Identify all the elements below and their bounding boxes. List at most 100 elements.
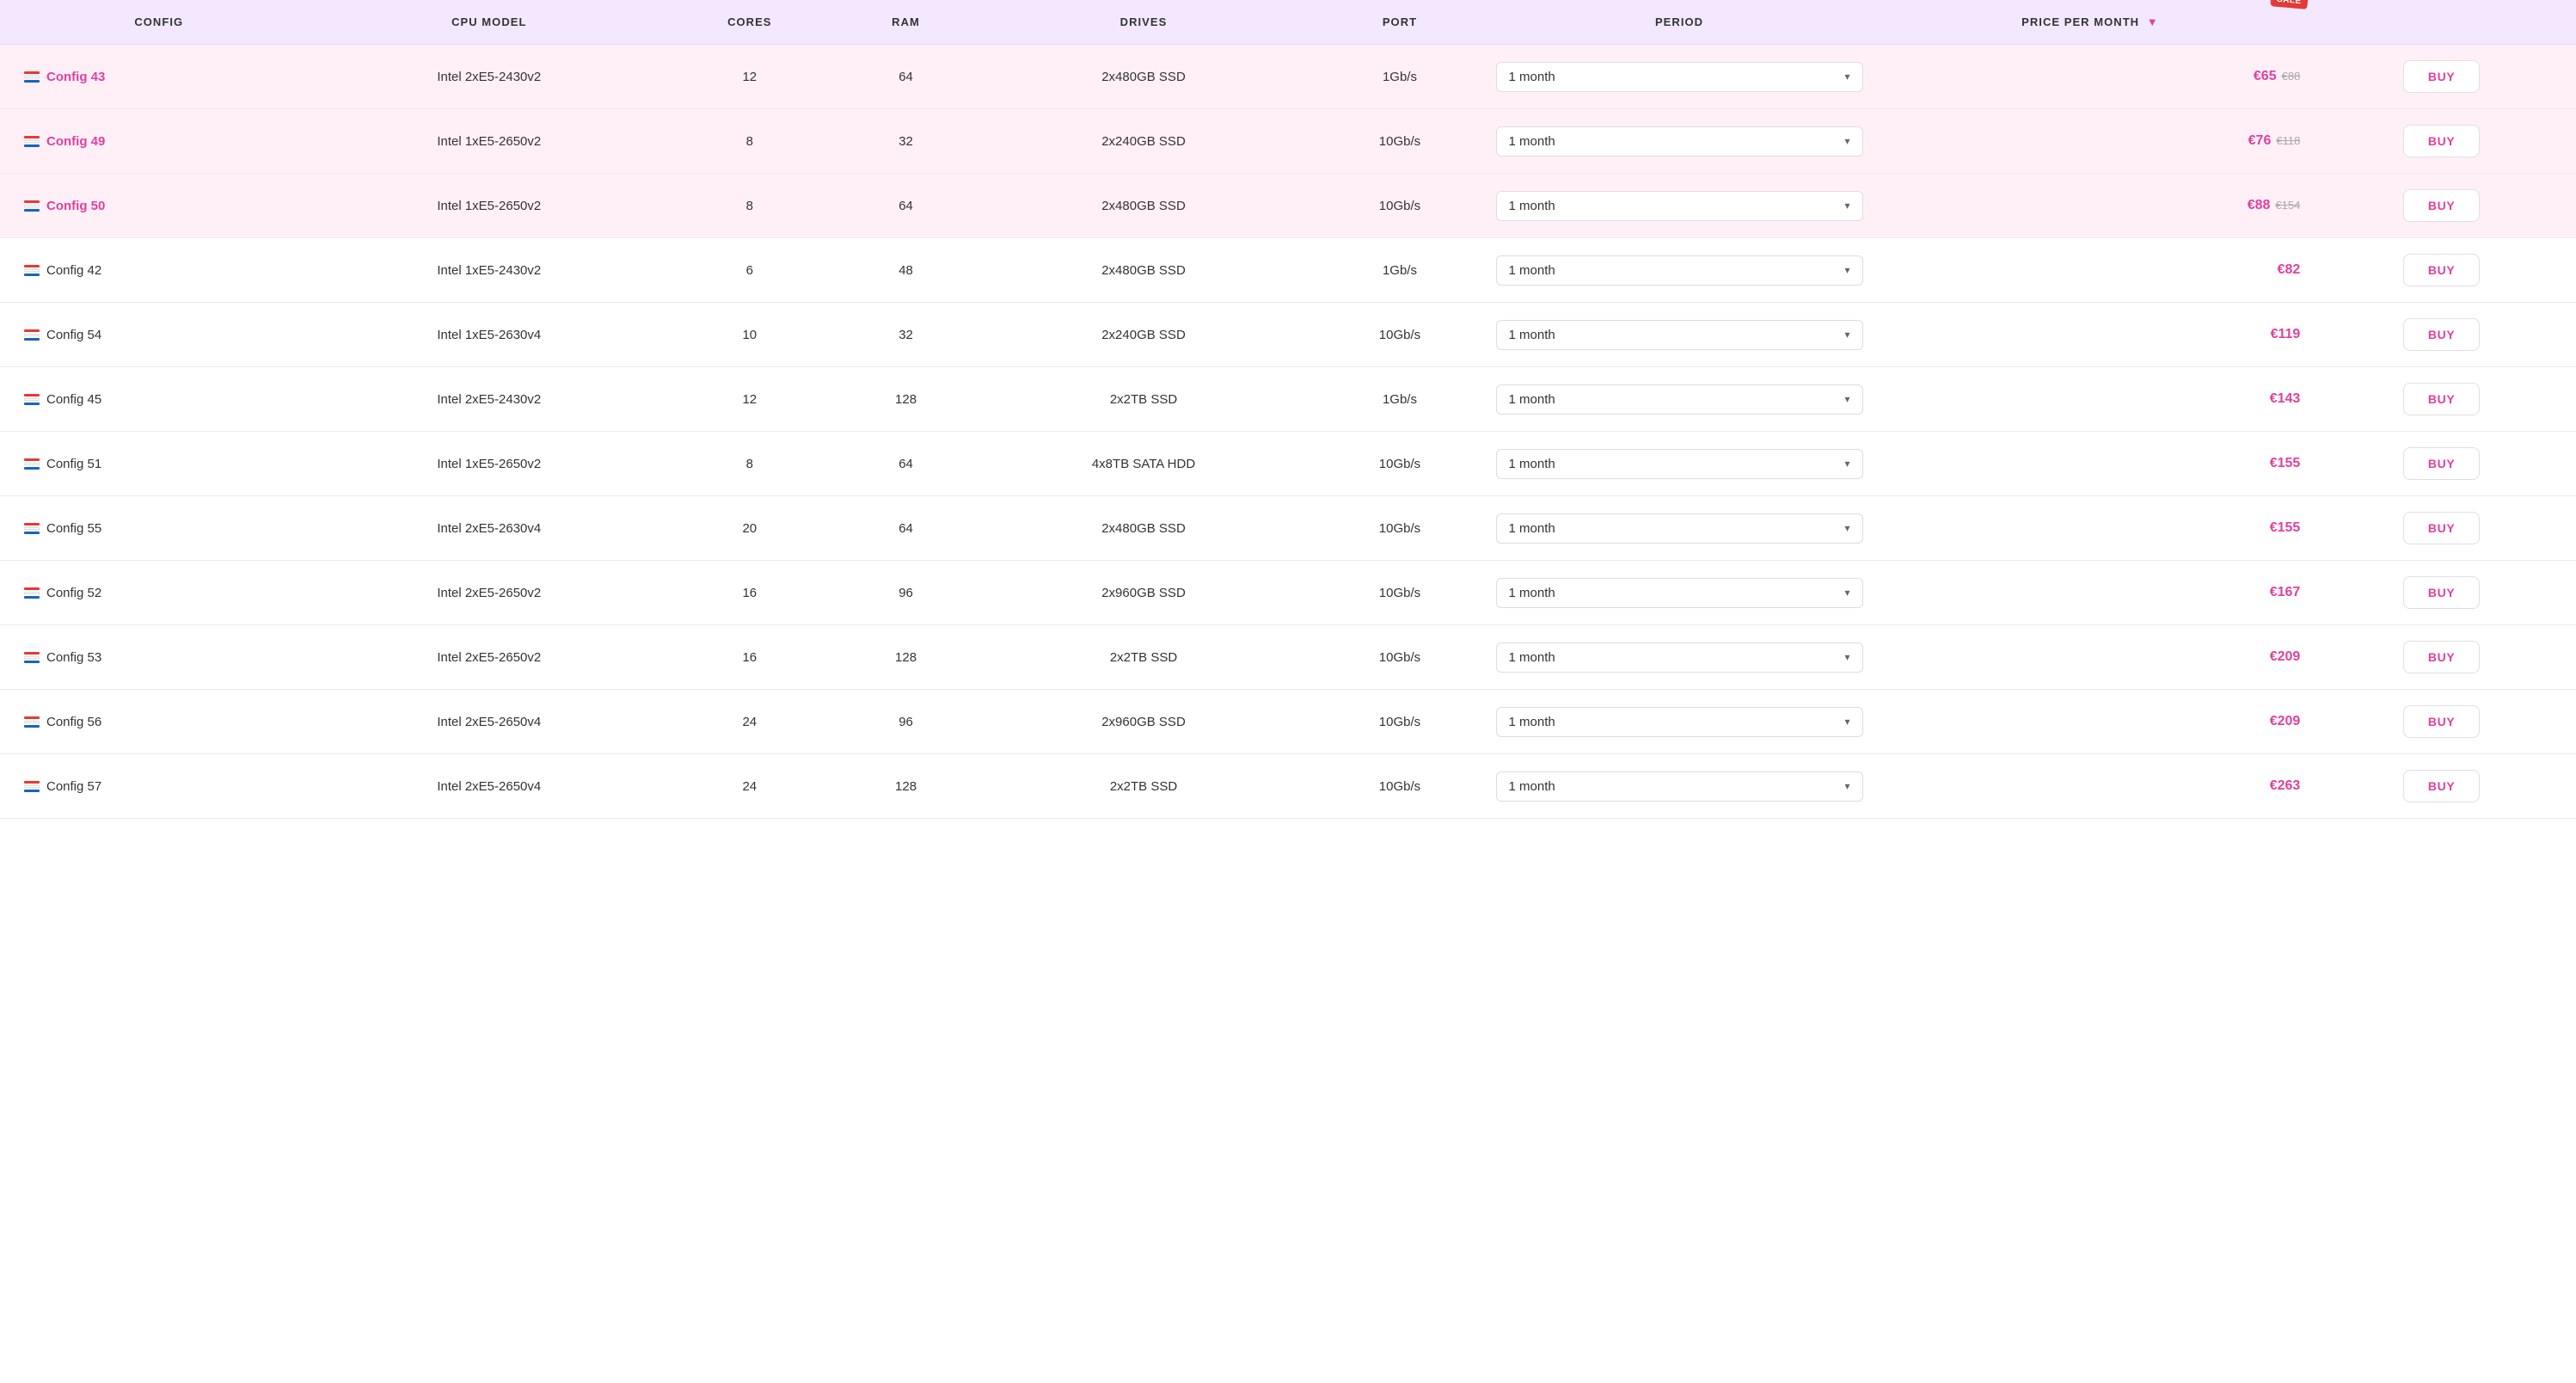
buy-button[interactable]: BUY	[2403, 189, 2481, 222]
period-select[interactable]: 1 month ▾	[1496, 62, 1863, 92]
buy-button[interactable]: BUY	[2403, 254, 2481, 286]
config-link[interactable]: Config 49	[46, 134, 105, 149]
col-price[interactable]: PRICE PER MONTH ▼ Sale	[1874, 0, 2308, 45]
config-name: Config 55	[46, 521, 101, 536]
action-cell[interactable]: BUY	[2307, 496, 2576, 561]
cpu-model-cell: Intel 1xE5-2650v2	[317, 109, 660, 174]
config-name: Config 54	[46, 328, 101, 342]
price-current: €82	[2278, 262, 2301, 277]
cores-cell: 16	[660, 625, 838, 690]
period-cell[interactable]: 1 month ▾	[1486, 45, 1874, 109]
period-select[interactable]: 1 month ▾	[1496, 384, 1863, 415]
table-row: Config 42 Intel 1xE5-2430v26482x480GB SS…	[0, 238, 2576, 303]
table-row: Config 56 Intel 2xE5-2650v424962x960GB S…	[0, 690, 2576, 754]
period-select[interactable]: 1 month ▾	[1496, 191, 1863, 221]
drives-cell: 4x8TB SATA HDD	[973, 432, 1315, 496]
action-cell[interactable]: BUY	[2307, 238, 2576, 303]
buy-button[interactable]: BUY	[2403, 512, 2481, 544]
action-cell[interactable]: BUY	[2307, 45, 2576, 109]
period-cell[interactable]: 1 month ▾	[1486, 238, 1874, 303]
price-cell: €76€118	[1874, 109, 2308, 174]
period-cell[interactable]: 1 month ▾	[1486, 754, 1874, 819]
table-row: Config 52 Intel 2xE5-2650v216962x960GB S…	[0, 561, 2576, 625]
config-cell: Config 52	[0, 561, 317, 625]
cores-cell: 12	[660, 45, 838, 109]
action-cell[interactable]: BUY	[2307, 432, 2576, 496]
buy-button[interactable]: BUY	[2403, 770, 2481, 802]
config-cell: Config 49	[0, 109, 317, 174]
config-name: Config 51	[46, 457, 101, 471]
price-cell: €209	[1874, 625, 2308, 690]
config-link[interactable]: Config 43	[46, 70, 105, 84]
port-cell: 1Gb/s	[1314, 367, 1485, 432]
period-select[interactable]: 1 month ▾	[1496, 771, 1863, 802]
action-cell[interactable]: BUY	[2307, 754, 2576, 819]
period-cell[interactable]: 1 month ▾	[1486, 367, 1874, 432]
config-cell: Config 43	[0, 45, 317, 109]
chevron-down-icon: ▾	[1845, 780, 1850, 792]
action-cell[interactable]: BUY	[2307, 625, 2576, 690]
price-cell: €167	[1874, 561, 2308, 625]
action-cell[interactable]: BUY	[2307, 561, 2576, 625]
config-name: Config 42	[46, 263, 101, 278]
cpu-model-cell: Intel 2xE5-2650v4	[317, 690, 660, 754]
price-cell: €65€88	[1874, 45, 2308, 109]
period-cell[interactable]: 1 month ▾	[1486, 109, 1874, 174]
period-value: 1 month	[1509, 392, 1555, 407]
price-current: €88	[2248, 198, 2271, 212]
period-cell[interactable]: 1 month ▾	[1486, 496, 1874, 561]
buy-button[interactable]: BUY	[2403, 383, 2481, 415]
nl-flag-icon	[24, 394, 40, 405]
cpu-model-cell: Intel 2xE5-2430v2	[317, 367, 660, 432]
period-select[interactable]: 1 month ▾	[1496, 642, 1863, 673]
buy-button[interactable]: BUY	[2403, 60, 2481, 93]
price-cell: €209	[1874, 690, 2308, 754]
period-cell[interactable]: 1 month ▾	[1486, 561, 1874, 625]
cores-cell: 16	[660, 561, 838, 625]
period-select[interactable]: 1 month ▾	[1496, 255, 1863, 286]
period-select[interactable]: 1 month ▾	[1496, 513, 1863, 544]
action-cell[interactable]: BUY	[2307, 690, 2576, 754]
buy-button[interactable]: BUY	[2403, 576, 2481, 609]
price-current: €155	[2270, 456, 2301, 470]
ram-cell: 64	[839, 45, 973, 109]
period-select[interactable]: 1 month ▾	[1496, 578, 1863, 608]
action-cell[interactable]: BUY	[2307, 174, 2576, 238]
buy-button[interactable]: BUY	[2403, 705, 2481, 738]
port-cell: 1Gb/s	[1314, 238, 1485, 303]
nl-flag-icon	[24, 587, 40, 599]
buy-button[interactable]: BUY	[2403, 125, 2481, 157]
action-cell[interactable]: BUY	[2307, 109, 2576, 174]
buy-button[interactable]: BUY	[2403, 447, 2481, 480]
table-row: Config 51 Intel 1xE5-2650v28644x8TB SATA…	[0, 432, 2576, 496]
period-value: 1 month	[1509, 328, 1555, 342]
cores-cell: 6	[660, 238, 838, 303]
period-cell[interactable]: 1 month ▾	[1486, 432, 1874, 496]
port-cell: 10Gb/s	[1314, 174, 1485, 238]
period-select[interactable]: 1 month ▾	[1496, 320, 1863, 350]
action-cell[interactable]: BUY	[2307, 303, 2576, 367]
chevron-down-icon: ▾	[1845, 522, 1850, 534]
config-link[interactable]: Config 50	[46, 199, 105, 213]
period-cell[interactable]: 1 month ▾	[1486, 174, 1874, 238]
period-select[interactable]: 1 month ▾	[1496, 126, 1863, 157]
period-cell[interactable]: 1 month ▾	[1486, 625, 1874, 690]
buy-button[interactable]: BUY	[2403, 641, 2481, 673]
period-value: 1 month	[1509, 199, 1555, 213]
price-current: €209	[2270, 714, 2301, 728]
period-select[interactable]: 1 month ▾	[1496, 707, 1863, 737]
config-cell: Config 42	[0, 238, 317, 303]
config-cell: Config 53	[0, 625, 317, 690]
price-current: €65	[2254, 69, 2277, 83]
col-drives: DRIVES	[973, 0, 1315, 45]
chevron-down-icon: ▾	[1845, 651, 1850, 663]
drives-cell: 2x2TB SSD	[973, 754, 1315, 819]
col-config: CONFIG	[0, 0, 317, 45]
period-select[interactable]: 1 month ▾	[1496, 449, 1863, 479]
nl-flag-icon	[24, 458, 40, 470]
buy-button[interactable]: BUY	[2403, 318, 2481, 351]
period-cell[interactable]: 1 month ▾	[1486, 303, 1874, 367]
ram-cell: 32	[839, 109, 973, 174]
action-cell[interactable]: BUY	[2307, 367, 2576, 432]
period-cell[interactable]: 1 month ▾	[1486, 690, 1874, 754]
